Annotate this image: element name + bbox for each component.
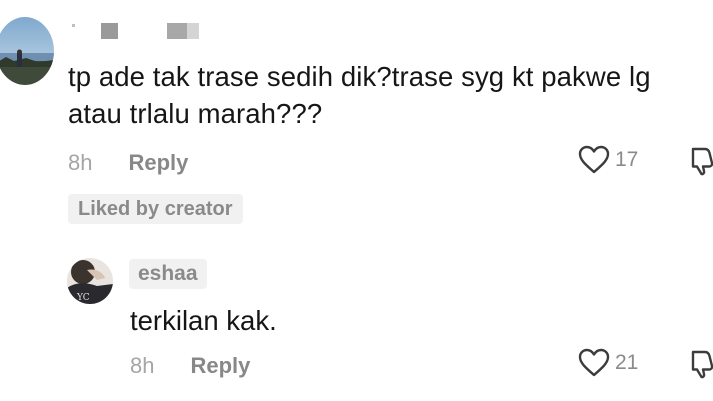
- username-redacted[interactable]: [72, 20, 199, 42]
- reply-time: 8h: [130, 353, 155, 378]
- reply-like-button[interactable]: 21: [578, 348, 638, 378]
- thumbs-down-outline-icon: [691, 350, 713, 379]
- heart-outline-icon: [578, 348, 610, 377]
- redaction-block: [187, 23, 199, 39]
- avatar-photo-person: YC: [67, 258, 113, 304]
- avatar[interactable]: [0, 17, 54, 85]
- reply-meta: 8h Reply: [130, 353, 250, 379]
- svg-text:YC: YC: [76, 293, 90, 303]
- reply-dislike-button[interactable]: [691, 348, 713, 385]
- comment-text: tp ade tak trase sedih dik?trase syg kt …: [68, 61, 651, 129]
- avatar-photo-beach: [0, 17, 54, 85]
- like-count: 17: [615, 148, 639, 171]
- heart-outline-icon: [578, 145, 610, 174]
- liked-by-creator-badge: Liked by creator: [68, 194, 243, 224]
- reply-avatar[interactable]: YC: [67, 258, 113, 304]
- reply-text: terkilan kak.: [130, 305, 277, 336]
- comment-time: 8h: [68, 150, 93, 175]
- reply-reply-button[interactable]: Reply: [190, 353, 250, 379]
- reply-button[interactable]: Reply: [128, 150, 188, 176]
- redaction-block: [167, 23, 187, 39]
- redaction-mark: [72, 23, 75, 27]
- comment-thread: tp ade tak trase sedih dik?trase syg kt …: [0, 0, 713, 401]
- redaction-block: [101, 23, 118, 39]
- like-button[interactable]: 17: [578, 145, 638, 175]
- dislike-button[interactable]: [691, 145, 713, 182]
- comment-meta: 8h Reply: [68, 150, 188, 176]
- thumbs-down-outline-icon: [691, 147, 713, 176]
- reply-username[interactable]: eshaa: [129, 259, 207, 289]
- reply-like-count: 21: [615, 351, 639, 374]
